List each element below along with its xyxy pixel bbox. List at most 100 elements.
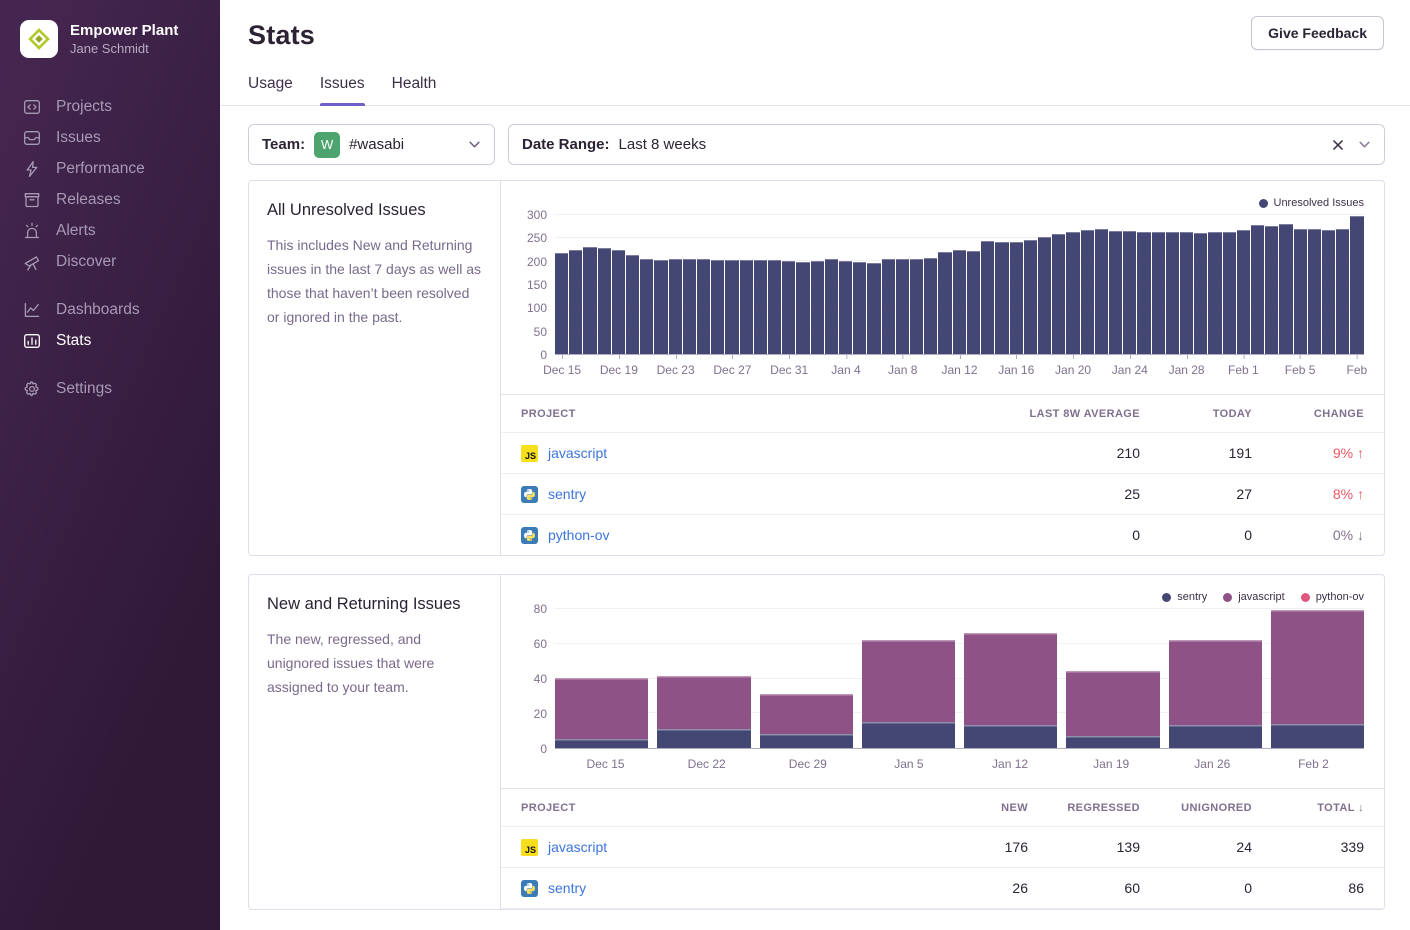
unresolved-bar xyxy=(953,250,966,354)
project-link-javascript[interactable]: javascript xyxy=(548,839,607,855)
segment-sentry xyxy=(760,734,853,748)
unresolved-bar xyxy=(583,247,596,354)
unresolved-bar xyxy=(882,259,895,354)
chart-legend: Unresolved Issues xyxy=(521,193,1364,213)
unresolved-bar xyxy=(796,262,809,354)
clear-date-range-icon[interactable] xyxy=(1331,138,1345,152)
value-cell: 0 xyxy=(1140,880,1252,896)
unresolved-bar xyxy=(1350,216,1363,354)
unresolved-bar xyxy=(811,261,824,354)
x-tick-label: Jan 20 xyxy=(1055,363,1091,377)
unresolved-bar xyxy=(1024,240,1037,354)
panel-description-column: All Unresolved Issues This includes New … xyxy=(249,181,501,555)
x-tick-label: Jan 12 xyxy=(960,749,1061,776)
column-header-today[interactable]: TODAY xyxy=(1140,408,1252,420)
table-row: JSjavascript2101919% ↑ xyxy=(501,432,1384,473)
sidebar-item-performance[interactable]: Performance xyxy=(22,153,220,184)
tab-issues[interactable]: Issues xyxy=(320,75,365,105)
y-tick-label: 60 xyxy=(534,637,547,651)
table-row: sentry25278% ↑ xyxy=(501,473,1384,514)
stacked-bar xyxy=(555,678,648,748)
table-row: JSjavascript17613924339 xyxy=(501,826,1384,867)
value-cell: 8% ↑ xyxy=(1252,486,1364,502)
page-header: Stats Give Feedback Usage Issues Health xyxy=(220,0,1410,106)
legend-item-javascript[interactable]: javascript xyxy=(1223,591,1284,603)
unresolved-bar xyxy=(598,248,611,354)
tab-health[interactable]: Health xyxy=(392,75,437,105)
project-cell: JSjavascript xyxy=(521,839,916,856)
x-tick-label: Jan 12 xyxy=(941,363,977,377)
x-tick-label: Feb 5 xyxy=(1285,363,1316,377)
legend-item-sentry[interactable]: sentry xyxy=(1162,591,1207,603)
value-cell: 0 xyxy=(1028,527,1140,543)
unresolved-bar xyxy=(669,259,682,354)
sidebar-item-discover[interactable]: Discover xyxy=(22,246,220,277)
y-tick-label: 50 xyxy=(534,325,547,339)
value-cell: 191 xyxy=(1140,445,1252,461)
column-header-change[interactable]: CHANGE xyxy=(1252,408,1364,420)
column-header-new[interactable]: NEW xyxy=(916,802,1028,814)
x-tick-label: Feb 1 xyxy=(1228,363,1259,377)
sidebar-item-label: Issues xyxy=(56,129,101,147)
value-cell: 25 xyxy=(1028,486,1140,502)
project-link-sentry[interactable]: sentry xyxy=(548,486,586,502)
team-select-value: #wasabi xyxy=(349,136,404,153)
table-header-row: PROJECTLAST 8W AVERAGETODAYCHANGE xyxy=(501,395,1384,432)
project-cell: JS javascript xyxy=(521,445,1028,462)
sidebar-item-dashboards[interactable]: Dashboards xyxy=(22,294,220,325)
sidebar-item-issues[interactable]: Issues xyxy=(22,122,220,153)
unresolved-bar xyxy=(768,260,781,354)
column-header-total-[interactable]: TOTAL ↓ xyxy=(1252,802,1364,814)
unresolved-bar xyxy=(1166,232,1179,354)
sidebar-item-settings[interactable]: Settings xyxy=(22,373,220,404)
give-feedback-button[interactable]: Give Feedback xyxy=(1251,16,1384,50)
team-select[interactable]: Team: W #wasabi xyxy=(248,124,495,165)
x-tick-label: Jan 5 xyxy=(858,749,959,776)
panel-description-column: New and Returning Issues The new, regres… xyxy=(249,575,501,909)
tab-usage[interactable]: Usage xyxy=(248,75,293,105)
unresolved-bar xyxy=(654,260,667,354)
sidebar-item-projects[interactable]: Projects xyxy=(22,91,220,122)
legend-dot-icon xyxy=(1223,593,1232,602)
column-header-project[interactable]: PROJECT xyxy=(521,802,916,814)
gem-diamond-icon xyxy=(26,26,52,52)
stacked-bar xyxy=(1066,671,1159,748)
unresolved-bar xyxy=(725,260,738,354)
value-cell: 0 xyxy=(1140,527,1252,543)
column-header-last-8w-average[interactable]: LAST 8W AVERAGE xyxy=(1028,408,1140,420)
org-name: Empower Plant xyxy=(70,21,178,40)
python-platform-icon xyxy=(521,527,538,544)
page-title: Stats xyxy=(248,20,1384,51)
sidebar-item-releases[interactable]: Releases xyxy=(22,184,220,215)
panel-description: This includes New and Returning issues i… xyxy=(267,233,482,329)
x-tick-label: Feb xyxy=(1347,363,1368,377)
segment-sentry xyxy=(657,729,750,748)
stacked-bar xyxy=(657,676,750,748)
stats-icon xyxy=(22,331,41,350)
sidebar-item-label: Settings xyxy=(56,380,112,398)
sidebar-item-alerts[interactable]: Alerts xyxy=(22,215,220,246)
table-header-row: PROJECTNEWREGRESSEDUNIGNOREDTOTAL ↓ xyxy=(501,789,1384,826)
stacked-bar xyxy=(760,694,853,748)
x-tick-label: Dec 22 xyxy=(656,749,757,776)
python-platform-icon xyxy=(521,486,538,503)
unresolved-bar xyxy=(711,260,724,354)
project-link-sentry[interactable]: sentry xyxy=(548,880,586,896)
legend-item-python-ov[interactable]: python-ov xyxy=(1301,591,1364,603)
javascript-platform-icon: JS xyxy=(521,445,538,462)
legend-item-unresolved-issues[interactable]: Unresolved Issues xyxy=(1259,197,1365,209)
project-link-javascript[interactable]: javascript xyxy=(548,445,607,461)
project-link-python-ov[interactable]: python-ov xyxy=(548,527,609,543)
org-switcher[interactable]: Empower Plant Jane Schmidt xyxy=(0,0,220,58)
panel-description: The new, regressed, and unignored issues… xyxy=(267,627,482,699)
segment-sentry xyxy=(862,722,955,748)
value-cell: 86 xyxy=(1252,880,1364,896)
x-tick-label: Dec 23 xyxy=(657,363,695,377)
date-range-select[interactable]: Date Range: Last 8 weeks xyxy=(508,124,1385,165)
column-header-unignored[interactable]: UNIGNORED xyxy=(1140,802,1252,814)
column-header-regressed[interactable]: REGRESSED xyxy=(1028,802,1140,814)
column-header-project[interactable]: PROJECT xyxy=(521,408,1028,420)
sidebar-item-stats[interactable]: Stats xyxy=(22,325,220,356)
y-tick-label: 150 xyxy=(527,278,547,292)
content-area: Team: W #wasabi Date Range: Last 8 weeks… xyxy=(220,106,1410,910)
